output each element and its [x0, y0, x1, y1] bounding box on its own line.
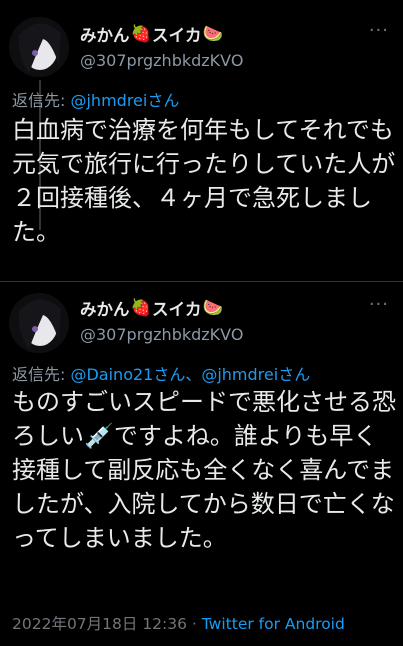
more-options-icon[interactable]: ···	[369, 20, 389, 41]
tweet-text: 白血病で治療を何年もしてそれでも元気で旅行に行ったりしていた人が２回接種後、４ヶ…	[12, 116, 396, 246]
display-name-text: みかん	[80, 26, 130, 45]
avatar-image	[9, 293, 69, 353]
timestamp[interactable]: 2022年07月18日 12:36	[12, 615, 187, 633]
display-name-text: みかん	[80, 300, 130, 319]
avatar[interactable]	[9, 293, 69, 353]
display-name[interactable]: みかん 🍓 スイカ 🍉	[80, 22, 224, 46]
display-name[interactable]: みかん 🍓 スイカ 🍉	[80, 296, 224, 320]
display-name-text-mid: スイカ	[152, 300, 202, 319]
more-options-icon[interactable]: ···	[369, 294, 389, 315]
reply-prefix: 返信先:	[12, 91, 71, 110]
user-handle[interactable]: @307prgzhbkdzKVO	[80, 325, 243, 344]
watermelon-emoji: 🍉	[202, 298, 224, 317]
syringe-emoji: 💉	[84, 422, 114, 450]
source-link[interactable]: Twitter for Android	[202, 615, 345, 633]
strawberry-emoji: 🍓	[130, 24, 152, 43]
tweet-text: ものすごいスピードで悪化させる恐ろしい💉ですよね。誰よりも早く接種して副反応も全…	[12, 385, 397, 555]
reply-context: 返信先: @jhmdreiさん	[12, 87, 179, 111]
meta-dot: ·	[187, 615, 202, 633]
watermelon-emoji: 🍉	[202, 24, 224, 43]
reply-mention-link[interactable]: @Daino21さん、@jhmdreiさん	[70, 365, 310, 384]
reply-mention-link[interactable]: @jhmdreiさん	[70, 91, 179, 110]
user-handle[interactable]: @307prgzhbkdzKVO	[80, 51, 243, 70]
strawberry-emoji: 🍓	[130, 298, 152, 317]
tweet-2: みかん 🍓 スイカ 🍉 @307prgzhbkdzKVO ··· 返信先: @D…	[0, 282, 403, 646]
reply-context: 返信先: @Daino21さん、@jhmdreiさん	[12, 361, 310, 385]
tweet-1: みかん 🍓 スイカ 🍉 @307prgzhbkdzKVO ··· 返信先: @j…	[0, 0, 403, 282]
avatar-image	[9, 17, 69, 77]
tweet-metadata: 2022年07月18日 12:36 · Twitter for Android	[12, 612, 345, 634]
avatar[interactable]	[9, 17, 69, 77]
display-name-text-mid: スイカ	[152, 26, 202, 45]
reply-prefix: 返信先:	[12, 365, 71, 384]
